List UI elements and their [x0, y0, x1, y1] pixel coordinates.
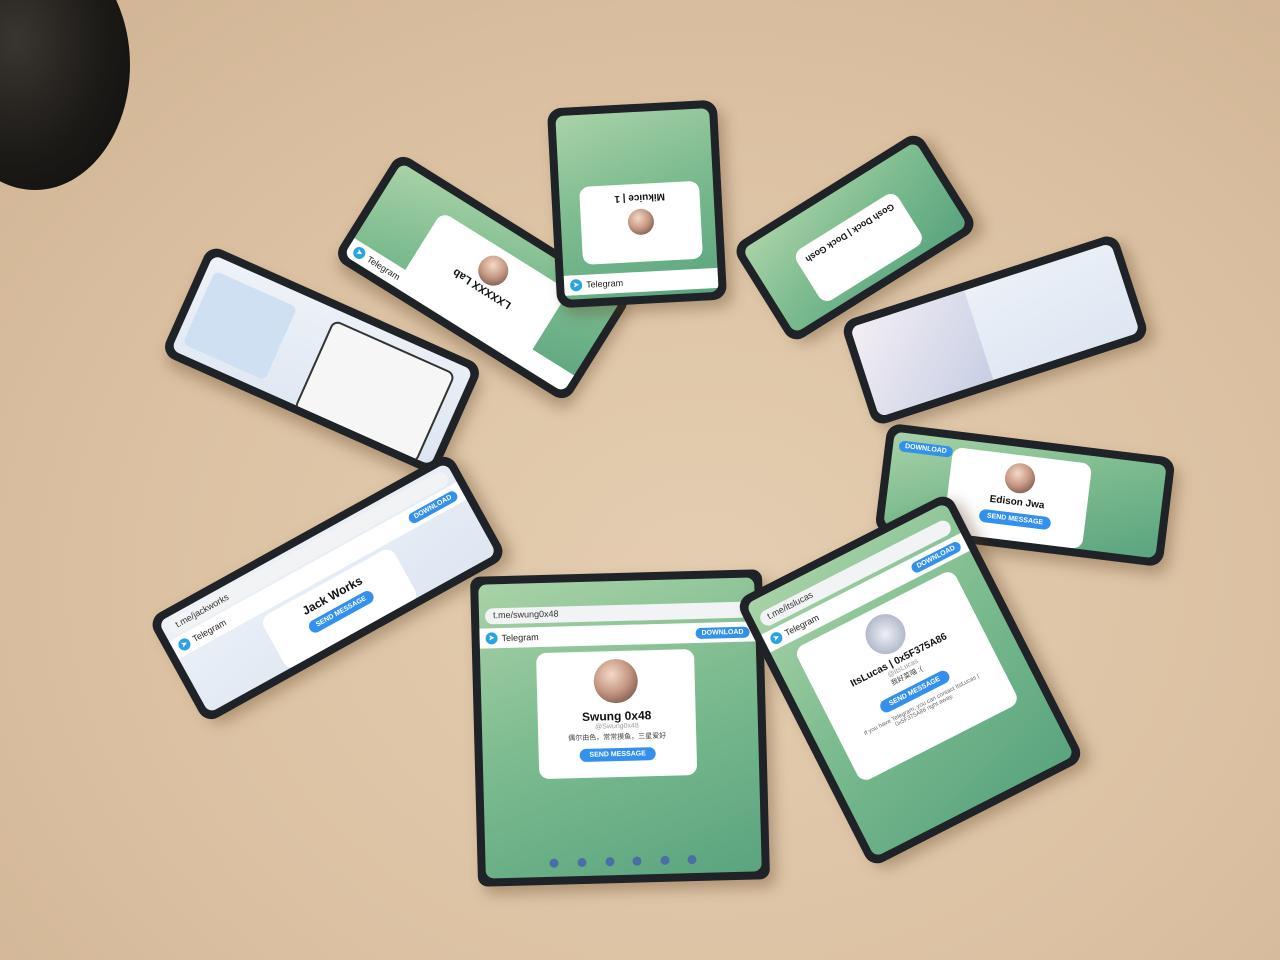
phone-screen: t.me/itslucas ➤ Telegram DOWNLOAD ItsLuc… — [745, 502, 1075, 858]
telegram-label: Telegram — [365, 254, 402, 283]
phone-top: Mikuice | 1 ➤ Telegram — [546, 99, 728, 309]
telegram-header: ➤ Telegram — [563, 267, 719, 296]
phone-center: t.me/swung0x48 ➤ Telegram DOWNLOAD Swung… — [469, 569, 771, 887]
profile-card: Swung 0x48 @Swung0x48 偶尔由色，常常摸鱼，三星爱好 SEN… — [536, 649, 698, 780]
profile-card: Gosh Dock | Dock Gosh — [792, 190, 926, 305]
telegram-logo-icon: ➤ — [768, 630, 785, 647]
send-message-button[interactable]: SEND MESSAGE — [978, 508, 1052, 531]
profile-bio: 偶尔由色，常常摸鱼，三星爱好 — [568, 732, 667, 743]
app-icon[interactable] — [577, 857, 587, 867]
profile-avatar — [627, 208, 655, 236]
profile-avatar — [1003, 461, 1037, 495]
app-icon[interactable] — [549, 858, 560, 868]
app-icon[interactable] — [660, 855, 670, 865]
telegram-label: Telegram — [783, 612, 821, 638]
phone-screen: Mikuice | 1 ➤ Telegram — [555, 108, 719, 300]
app-dock — [540, 851, 706, 871]
profile-name: Edison Jwa — [989, 493, 1045, 512]
telegram-label: Telegram — [585, 277, 624, 290]
profile-name: Gosh Dock | Dock Gosh — [803, 201, 896, 265]
profile-name: Mikuice | 1 — [614, 190, 666, 205]
anime-wallpaper-image — [850, 290, 994, 418]
download-button[interactable]: DOWNLOAD — [898, 440, 954, 458]
page-panel — [182, 270, 298, 381]
profile-card: Mikuice | 1 — [579, 180, 703, 265]
download-button[interactable]: DOWNLOAD — [695, 626, 750, 639]
app-icon[interactable] — [632, 855, 642, 866]
telegram-logo-icon: ➤ — [569, 278, 583, 292]
send-message-button[interactable]: SEND MESSAGE — [579, 747, 657, 763]
profile-avatar — [593, 658, 639, 704]
telegram-logo-icon: ➤ — [351, 244, 368, 262]
phone-left: t.me/jackworks ➤ Telegram DOWNLOAD Jack … — [147, 451, 508, 725]
telegram-logo-icon: ➤ — [176, 636, 193, 653]
app-icon[interactable] — [687, 854, 698, 864]
telegram-header: ➤ Telegram DOWNLOAD — [479, 621, 756, 649]
dark-bowl — [0, 0, 130, 190]
url-bar[interactable]: t.me/swung0x48 — [484, 601, 750, 625]
phone-screen: t.me/jackworks ➤ Telegram DOWNLOAD Jack … — [158, 462, 497, 714]
telegram-logo-icon: ➤ — [485, 632, 498, 645]
telegram-label: Telegram — [501, 632, 539, 644]
app-icon[interactable] — [605, 856, 615, 866]
phone-screen: t.me/swung0x48 ➤ Telegram DOWNLOAD Swung… — [478, 577, 762, 879]
cat-sticker-image — [293, 319, 457, 465]
